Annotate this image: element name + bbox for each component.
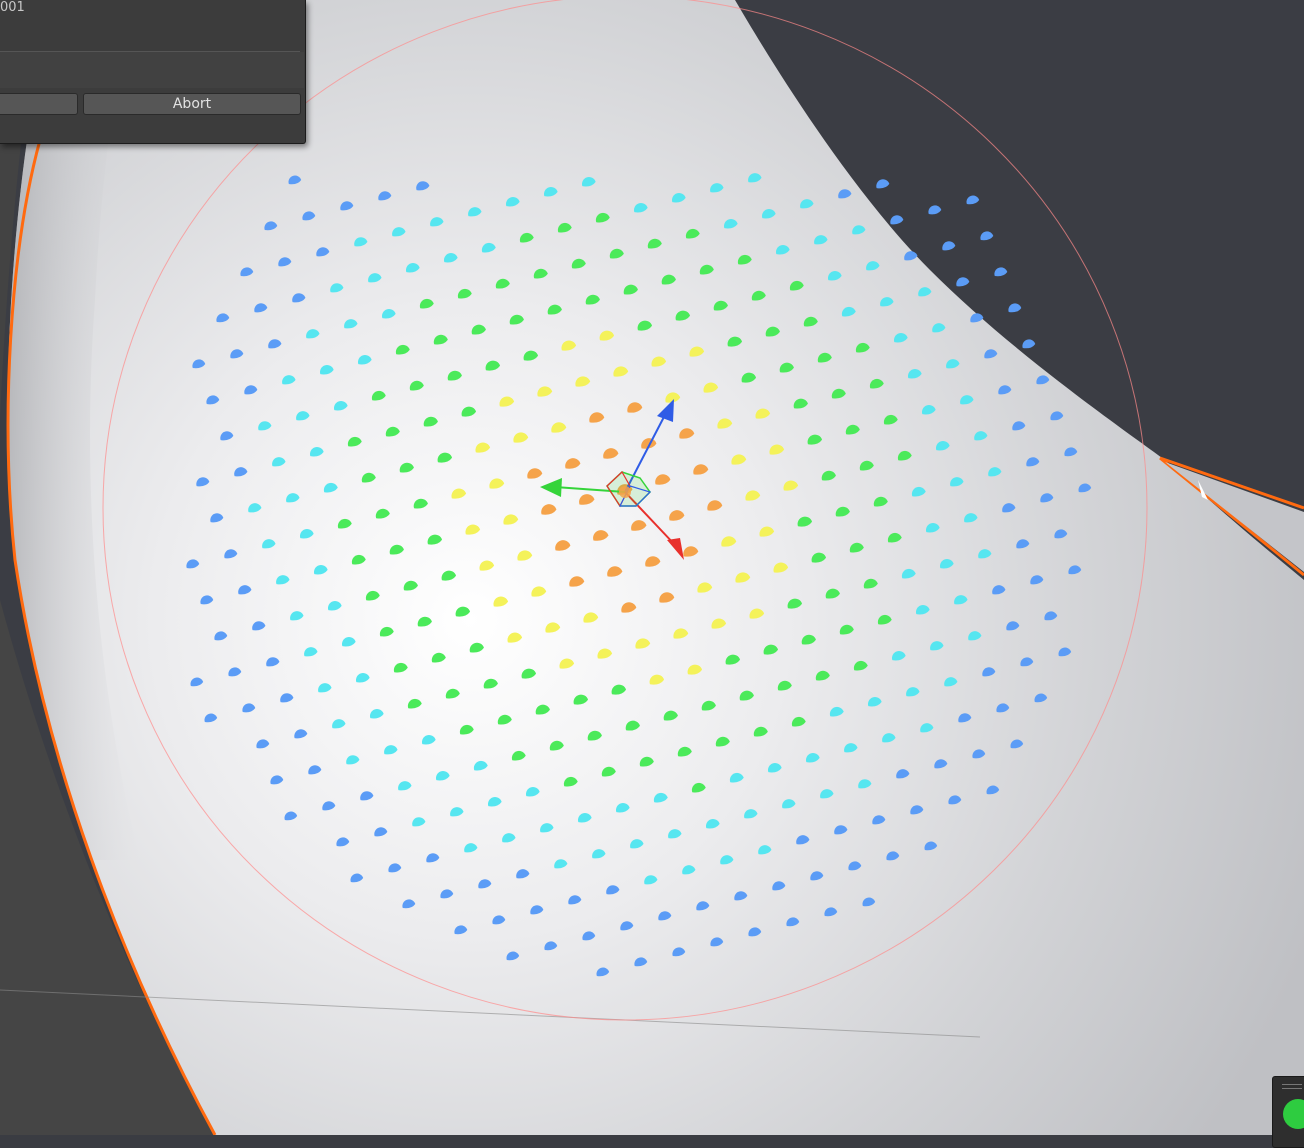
panel-left-button[interactable] [0, 93, 78, 115]
panel-field-row [0, 52, 304, 88]
panel-id-text: 001 [0, 0, 25, 15]
operation-panel: 001 Abort [0, 0, 306, 144]
gizmo-pivot [619, 486, 631, 498]
status-indicator-icon [1283, 1099, 1304, 1129]
scene-viewport[interactable] [0, 0, 1304, 1135]
status-widget[interactable] [1272, 1076, 1304, 1148]
drag-handle-icon[interactable] [1282, 1084, 1302, 1089]
abort-button[interactable]: Abort [83, 93, 301, 115]
